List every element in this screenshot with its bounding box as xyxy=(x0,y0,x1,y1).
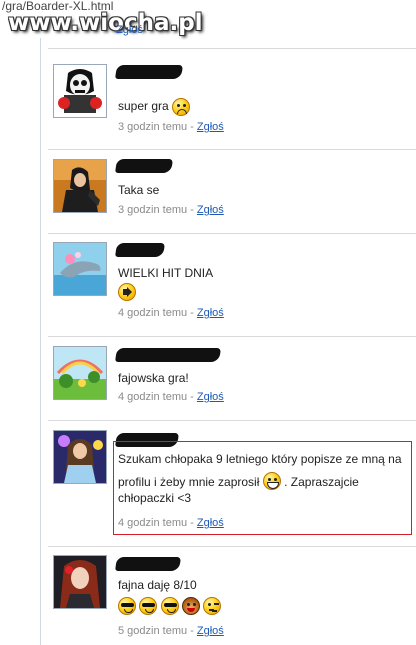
avatar[interactable] xyxy=(53,555,107,609)
sunglasses-smiley-icon xyxy=(118,597,136,615)
comment-text: super gra xyxy=(118,98,191,116)
comment-body-line3: chłopaczki <3 xyxy=(118,491,192,505)
comment-divider xyxy=(48,149,416,150)
avatar[interactable] xyxy=(53,64,107,118)
report-link[interactable]: Zgłoś xyxy=(197,391,224,403)
meta-separator: - xyxy=(190,204,194,216)
comment-meta: 5 godzin temu - Zgłoś xyxy=(118,625,224,637)
comment-meta: 4 godzin temu - Zgłoś xyxy=(118,391,224,403)
meta-separator: - xyxy=(190,121,194,133)
sunglasses-smiley-icon xyxy=(160,597,179,615)
author-name-redacted[interactable]: x xyxy=(115,348,221,362)
comment-body: fajna daję 8/10 xyxy=(118,578,197,592)
comment-body: Taka se xyxy=(118,183,160,197)
report-link[interactable]: Zgłoś xyxy=(197,517,224,529)
meta-separator: - xyxy=(190,517,194,529)
emoticon-row xyxy=(118,597,222,615)
sad-smiley-icon xyxy=(172,98,191,116)
wink-smiley-icon xyxy=(203,597,222,615)
comment-text: fajowska gra! xyxy=(118,370,189,386)
avatar[interactable] xyxy=(53,346,107,400)
comment-body: super gra xyxy=(118,99,169,114)
author-name-redacted[interactable]: x xyxy=(115,65,183,79)
comment-body-line2: profilu i żeby mnie zaprosił . Zapraszaj… xyxy=(118,471,410,490)
comments-wall: /gra/Boarder-XL.html www.wiocha.pl Zgłoś… xyxy=(0,0,416,645)
report-link[interactable]: Zgłoś xyxy=(116,24,143,36)
comment-text: WIELKI HIT DNIA xyxy=(118,265,213,301)
comment-body-line1: Szukam chłopaka 9 letniego który popisze… xyxy=(118,452,402,466)
comment-timestamp: 4 godzin temu xyxy=(118,307,188,319)
avatar[interactable] xyxy=(53,159,107,213)
comment-divider xyxy=(48,233,416,234)
report-link[interactable]: Zgłoś xyxy=(197,204,224,216)
author-name-redacted[interactable]: x xyxy=(115,243,165,257)
speaker-smiley-icon xyxy=(118,283,136,301)
comment-divider xyxy=(48,48,416,49)
comment-divider xyxy=(48,420,416,421)
grin-smiley-icon xyxy=(262,471,281,490)
comment-timestamp: 4 godzin temu xyxy=(118,391,188,403)
comment-meta: 3 godzin temu - Zgłoś xyxy=(118,204,224,216)
comment-text: Taka se xyxy=(118,182,159,198)
report-link[interactable]: Zgłoś xyxy=(197,121,224,133)
meta-separator: - xyxy=(190,625,194,637)
comment-divider xyxy=(48,336,416,337)
thread-line xyxy=(40,38,41,645)
comment-meta: 4 godzin temu - Zgłoś xyxy=(118,517,224,529)
author-name-redacted[interactable]: x xyxy=(115,557,181,571)
report-link[interactable]: Zgłoś xyxy=(197,307,224,319)
site-watermark: www.wiocha.pl xyxy=(8,10,203,36)
avatar[interactable] xyxy=(53,242,107,296)
comment-timestamp: 4 godzin temu xyxy=(118,517,188,529)
comment-body: WIELKI HIT DNIA xyxy=(118,266,214,280)
comment-meta: 3 godzin temu - Zgłoś xyxy=(118,121,224,133)
meta-separator: - xyxy=(190,391,194,403)
comment-text: fajna daję 8/10 xyxy=(118,577,222,615)
monkey-smiley-icon xyxy=(182,597,201,615)
avatar[interactable] xyxy=(53,430,107,484)
comment-body: fajowska gra! xyxy=(118,371,189,385)
report-link[interactable]: Zgłoś xyxy=(197,625,224,637)
sunglasses-smiley-icon xyxy=(139,597,158,615)
comment-meta: 4 godzin temu - Zgłoś xyxy=(118,307,224,319)
author-name-redacted[interactable]: x xyxy=(115,159,173,173)
meta-separator: - xyxy=(190,307,194,319)
comment-timestamp: 5 godzin temu xyxy=(118,625,188,637)
comment-divider xyxy=(48,546,416,547)
previous-comment-meta: Zgłoś xyxy=(116,24,143,36)
comment-text: Szukam chłopaka 9 letniego który popisze… xyxy=(118,451,410,506)
comment-timestamp: 3 godzin temu xyxy=(118,121,188,133)
comment-timestamp: 3 godzin temu xyxy=(118,204,188,216)
